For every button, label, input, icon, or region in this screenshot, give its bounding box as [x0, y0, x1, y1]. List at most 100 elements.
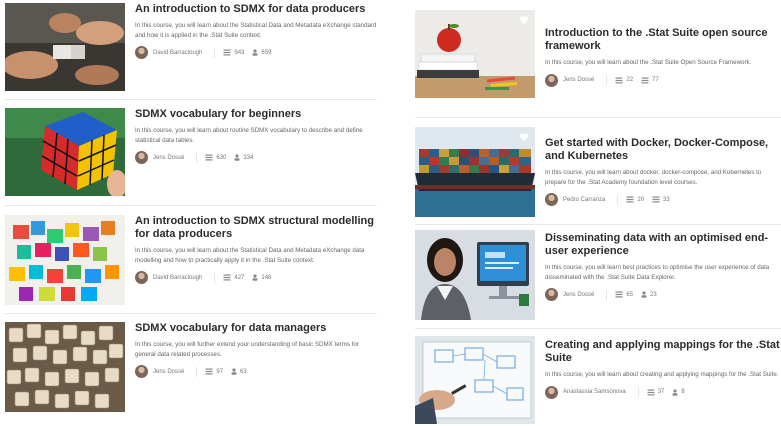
course-card[interactable]: Introduction to the .Stat Suite open sou… [415, 10, 781, 98]
user-icon [641, 291, 647, 298]
divider [415, 117, 781, 118]
author-name: David Barraclough [153, 49, 203, 56]
divider [196, 366, 198, 377]
avatar [545, 193, 558, 206]
course-title[interactable]: An introduction to SDMX structural model… [135, 215, 377, 241]
learners-icon [641, 77, 649, 83]
course-title[interactable]: SDMX vocabulary for beginners [135, 108, 377, 121]
lessons-icon [205, 368, 213, 375]
learners-count: 334 [234, 154, 253, 161]
user-icon [231, 368, 237, 375]
avatar [545, 288, 558, 301]
course-thumbnail-letter-tiles[interactable] [5, 322, 125, 412]
author-name: Anastassia Samsonova [563, 389, 626, 395]
favorite-heart-icon[interactable] [519, 15, 529, 25]
course-title[interactable]: Get started with Docker, Docker-Compose,… [545, 137, 781, 163]
course-meta: Jens Dossé 630 334 [135, 151, 377, 164]
course-title[interactable]: Introduction to the .Stat Suite open sou… [545, 27, 781, 53]
user-icon [252, 49, 258, 56]
course-title[interactable]: SDMX vocabulary for data managers [135, 322, 377, 335]
learners-count: 63 [231, 368, 247, 375]
course-description: In this course, you will learn about rou… [135, 127, 363, 144]
course-meta: Pedro Carranza 20 33 [545, 193, 781, 206]
lessons-icon [626, 196, 634, 203]
lessons-count: 97 [205, 368, 223, 375]
learners-count: 23 [641, 291, 657, 298]
lessons-icon [647, 389, 655, 395]
author-name: Jens Dossé [563, 291, 595, 298]
course-description: In this course, you will learn about the… [545, 59, 752, 66]
learners-count: 33 [652, 196, 670, 203]
course-meta: Jens Dossé 22 77 [545, 73, 781, 87]
lessons-count: 943 [223, 49, 244, 56]
lessons-count: 37 [647, 389, 664, 396]
course-meta: Anastassia Samsonova 37 8 [545, 385, 781, 399]
divider [5, 313, 377, 314]
lessons-count: 22 [615, 77, 633, 84]
divider [196, 152, 198, 163]
course-card[interactable]: Creating and applying mappings for the .… [415, 336, 781, 424]
course-thumbnail-cube[interactable] [5, 108, 125, 196]
divider [5, 99, 377, 100]
course-card[interactable]: Disseminating data with an optimised end… [415, 230, 781, 320]
course-title[interactable]: An introduction to SDMX for data produce… [135, 3, 377, 16]
lessons-icon [205, 154, 213, 161]
course-thumbnail-puzzle[interactable] [5, 3, 125, 91]
learners-count: 77 [641, 77, 659, 84]
divider [637, 387, 639, 397]
divider [214, 47, 216, 58]
divider [214, 272, 216, 283]
course-meta: David Barraclough 943 659 [135, 46, 377, 59]
author-name: David Barraclough [153, 274, 203, 281]
course-title[interactable]: Creating and applying mappings for the .… [545, 339, 781, 365]
author-name: Pedro Carranza [563, 196, 606, 203]
learners-count: 8 [672, 388, 685, 396]
avatar [135, 46, 148, 59]
lessons-icon [223, 49, 231, 56]
divider [415, 328, 781, 329]
avatar [545, 73, 558, 87]
divider [606, 289, 608, 300]
avatar [135, 271, 148, 284]
user-icon [672, 388, 678, 396]
course-description: In this course, you will learn about the… [135, 22, 377, 39]
lessons-count: 20 [626, 196, 644, 203]
author-name: Jens Dossé [153, 368, 185, 375]
favorite-heart-icon[interactable] [519, 132, 529, 142]
divider [5, 205, 377, 206]
course-description: In this course, you will further extend … [135, 341, 359, 358]
course-description: In this course, you will learn best prac… [545, 264, 770, 281]
course-thumbnail-woman-screen[interactable] [415, 230, 535, 320]
course-card[interactable]: SDMX vocabulary for data managers In thi… [5, 322, 377, 412]
user-icon [252, 274, 258, 281]
author-name: Jens Dossé [153, 154, 185, 161]
lessons-count: 65 [615, 291, 633, 298]
course-meta: David Barraclough 427 148 [135, 271, 377, 284]
course-meta: Jens Dossé 65 23 [545, 288, 781, 301]
lessons-icon [223, 274, 231, 281]
course-card[interactable]: An introduction to SDMX structural model… [5, 215, 377, 305]
lessons-count: 630 [205, 154, 226, 161]
course-description: In this course, you will learn about the… [135, 247, 365, 264]
course-title[interactable]: Disseminating data with an optimised end… [545, 232, 781, 258]
learners-count: 659 [252, 49, 271, 56]
course-card[interactable]: SDMX vocabulary for beginners In this co… [5, 108, 377, 196]
divider [617, 194, 619, 205]
avatar [545, 385, 558, 399]
course-meta: Jens Dossé 97 63 [135, 365, 377, 378]
course-thumbnail-whiteboard[interactable] [415, 336, 535, 424]
avatar [135, 151, 148, 164]
course-description: In this course, you will learn about cre… [545, 371, 779, 378]
learners-count: 148 [252, 274, 271, 281]
course-description: In this course, you will learn about doc… [545, 169, 762, 186]
course-thumbnail-container-ship[interactable] [415, 127, 535, 217]
course-thumbnail-apple-books[interactable] [415, 10, 535, 98]
course-card[interactable]: Get started with Docker, Docker-Compose,… [415, 127, 781, 217]
user-icon [234, 154, 240, 161]
course-thumbnail-blocks[interactable] [5, 215, 125, 305]
course-card[interactable]: An introduction to SDMX for data produce… [5, 3, 377, 91]
divider [606, 75, 608, 85]
lessons-icon [615, 291, 623, 298]
avatar [135, 365, 148, 378]
author-name: Jens Dossé [563, 77, 595, 83]
